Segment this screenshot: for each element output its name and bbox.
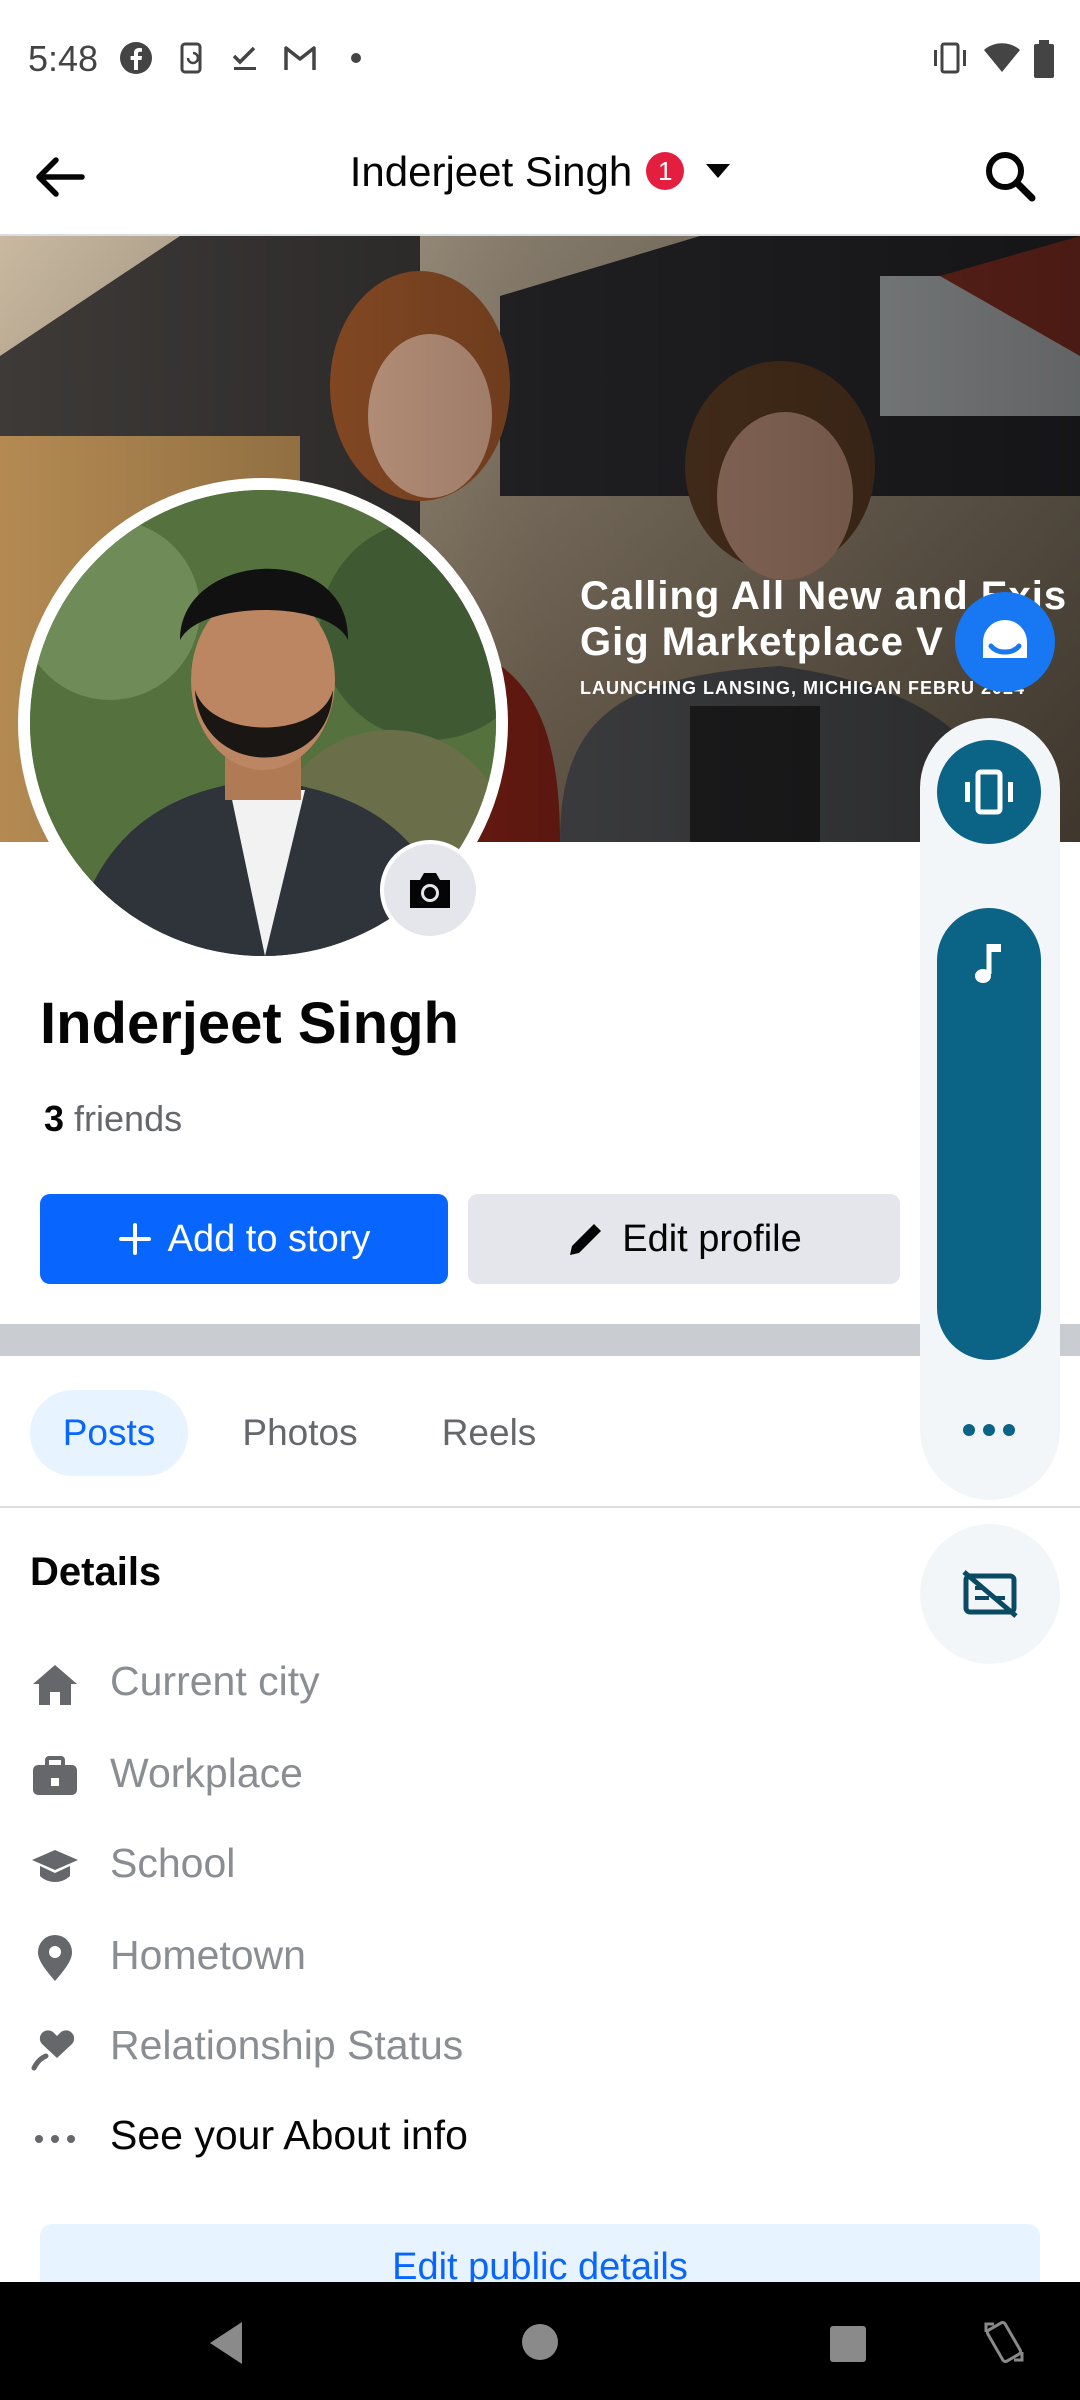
volume-settings-button[interactable] xyxy=(937,1380,1041,1484)
detail-school[interactable]: School xyxy=(30,1836,630,1896)
search-icon[interactable] xyxy=(980,146,1040,206)
home-nav-icon[interactable] xyxy=(520,2322,560,2362)
pencil-icon xyxy=(570,1224,602,1255)
vibrate-icon xyxy=(934,42,966,74)
top-navigation-bar: Inderjeet Singh 1 xyxy=(0,118,1080,236)
briefcase-icon xyxy=(33,1756,77,1795)
detail-workplace[interactable]: Workplace xyxy=(30,1746,630,1806)
detail-relationship-status[interactable]: Relationship Status xyxy=(30,2018,630,2078)
system-navigation-bar xyxy=(0,2282,1080,2400)
back-nav-icon[interactable] xyxy=(206,2320,246,2366)
camera-icon xyxy=(410,873,450,908)
add-to-story-button[interactable]: Add to story xyxy=(40,1194,448,1284)
notification-badge: 1 xyxy=(646,151,685,190)
tab-reels[interactable]: Reels xyxy=(420,1390,558,1476)
change-profile-picture-button[interactable] xyxy=(380,840,480,940)
friends-label: friends xyxy=(74,1098,183,1139)
friends-count[interactable]: 3 friends xyxy=(44,1098,182,1140)
tabs-divider xyxy=(0,1506,1080,1508)
live-caption-button[interactable] xyxy=(920,1524,1060,1664)
phone-sync-icon xyxy=(180,42,202,74)
ringer-mode-button[interactable] xyxy=(937,740,1041,844)
check-icon xyxy=(232,46,256,70)
detail-label: Hometown xyxy=(110,1932,306,1978)
edit-profile-button[interactable]: Edit profile xyxy=(468,1194,900,1284)
recents-nav-icon[interactable] xyxy=(828,2324,868,2364)
rotate-screen-icon[interactable] xyxy=(980,2318,1028,2366)
gmail-icon xyxy=(284,46,316,70)
location-pin-icon xyxy=(38,1935,72,1981)
volume-slider[interactable] xyxy=(937,908,1041,1360)
music-note-icon xyxy=(975,944,1001,983)
details-heading: Details xyxy=(30,1550,162,1594)
profile-switcher[interactable]: Inderjeet Singh 1 xyxy=(0,148,1080,196)
chat-head-icon xyxy=(983,620,1027,658)
assistant-chat-bubble[interactable] xyxy=(955,592,1055,692)
captions-off-icon xyxy=(962,1570,1018,1618)
friends-number: 3 xyxy=(44,1098,65,1139)
status-bar: 5:48 xyxy=(0,0,1080,118)
tab-photos[interactable]: Photos xyxy=(220,1390,380,1476)
more-dots-icon xyxy=(35,2135,75,2143)
more-horizontal-icon xyxy=(963,1424,1015,1436)
detail-label: Relationship Status xyxy=(110,2022,464,2068)
tab-posts[interactable]: Posts xyxy=(30,1390,188,1476)
home-icon xyxy=(33,1665,77,1705)
detail-label: See your About info xyxy=(110,2112,468,2158)
header-title: Inderjeet Singh xyxy=(349,148,633,195)
edit-profile-label: Edit profile xyxy=(622,1217,802,1260)
heart-icon xyxy=(31,2030,75,2071)
status-time: 5:48 xyxy=(28,38,99,79)
dot-icon xyxy=(351,53,361,63)
profile-name: Inderjeet Singh xyxy=(40,991,459,1056)
detail-current-city[interactable]: Current city xyxy=(30,1654,630,1714)
graduation-cap-icon xyxy=(32,1850,78,1882)
add-to-story-label: Add to story xyxy=(167,1217,371,1260)
see-about-info[interactable]: See your About info xyxy=(30,2108,630,2168)
section-divider xyxy=(0,1324,1080,1356)
dropdown-caret-icon xyxy=(706,163,731,178)
battery-icon xyxy=(1034,40,1054,78)
vibrate-icon xyxy=(965,769,1013,815)
facebook-notification-icon xyxy=(120,42,152,74)
detail-label: School xyxy=(110,1840,236,1886)
detail-label: Workplace xyxy=(110,1750,303,1796)
wifi-icon xyxy=(984,43,1020,72)
cover-headline-line2: Gig Marketplace V xyxy=(580,620,944,664)
detail-label: Current city xyxy=(110,1658,320,1704)
plus-icon xyxy=(118,1223,151,1255)
detail-hometown[interactable]: Hometown xyxy=(30,1928,630,1988)
cover-subline: LAUNCHING LANSING, MICHIGAN FEBRU 2024 xyxy=(580,678,1026,698)
